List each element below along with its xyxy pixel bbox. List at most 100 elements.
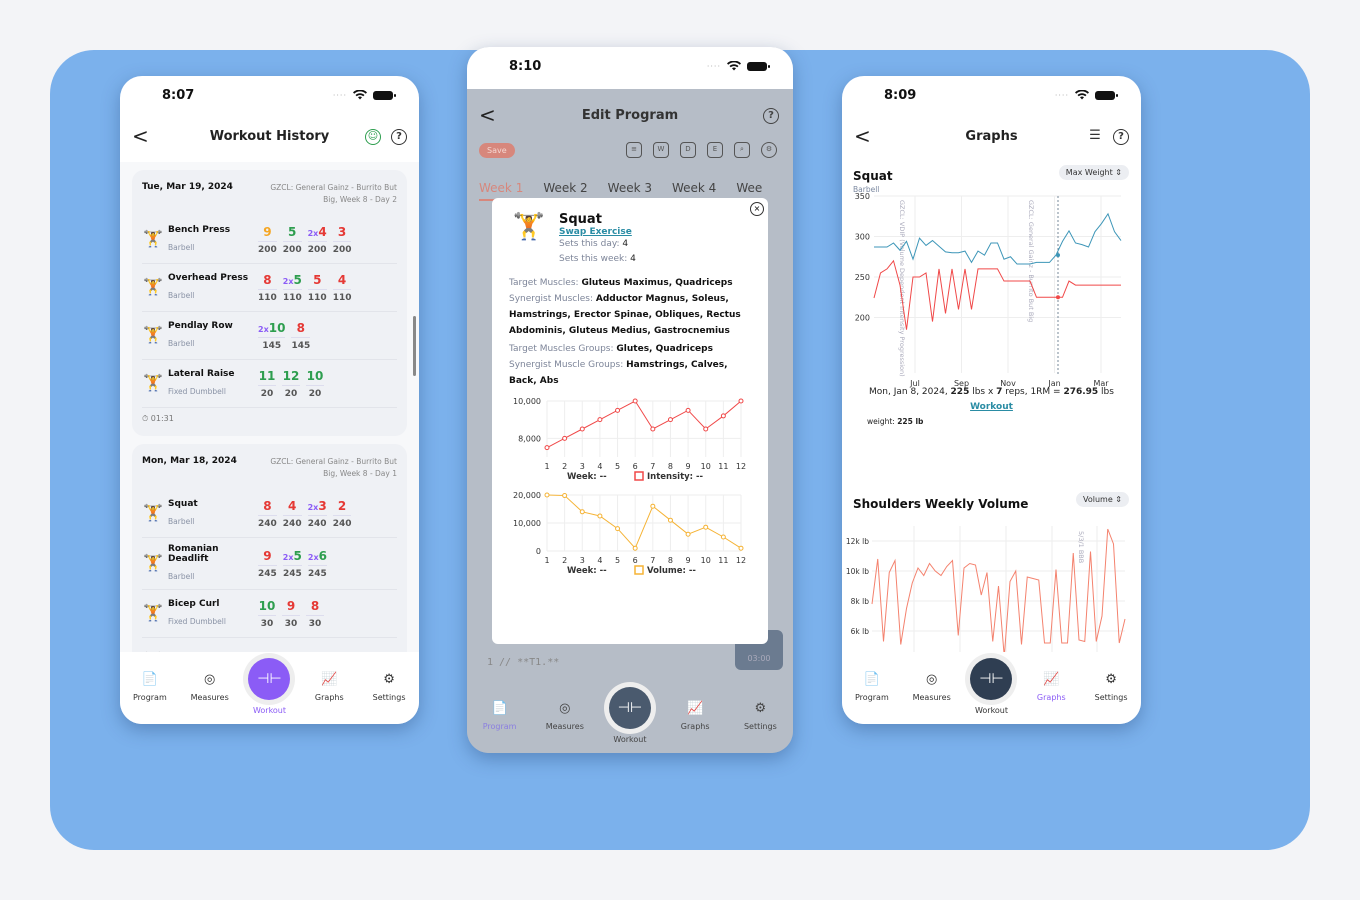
exercise-name: Overhead Press <box>168 273 249 283</box>
equipment: Barbell <box>168 339 195 348</box>
volume-select[interactable]: Volume ⇕ <box>1076 492 1129 507</box>
x-tick-label: 10 <box>701 462 711 471</box>
exercise-row[interactable]: 🏋Reverse Fly <box>142 638 397 652</box>
x-label: Week: -- <box>567 566 607 576</box>
data-point <box>562 435 568 441</box>
day-icon[interactable]: D <box>680 142 696 158</box>
workout-link[interactable]: Workout <box>842 402 1141 412</box>
y-tick-label: 8k lb <box>851 597 870 606</box>
data-point <box>667 517 673 523</box>
exercise-row[interactable]: 🏋 Lateral Raise Fixed Dumbbell 11 20 12 20 10 20 <box>142 360 397 408</box>
workout-duration: ⏱ 01:31 <box>142 414 174 423</box>
x-tick-label: 5 <box>615 556 620 565</box>
data-point <box>703 524 709 530</box>
exercise-name: Bench Press <box>168 225 231 235</box>
help-icon[interactable]: ? <box>1113 129 1129 145</box>
data-point <box>615 407 621 413</box>
set-cell: 8 145 <box>291 320 311 351</box>
squat-chart[interactable]: 200250300350Jul2023SepNovJan2024MarGZCL:… <box>842 188 1141 388</box>
synergist-label: Synergist Muscles: <box>509 294 593 304</box>
data-point <box>615 526 621 532</box>
tab-measures[interactable]: ◎ Measures <box>537 701 593 731</box>
exercise-row[interactable]: 🏋 Overhead Press Barbell 8 110 2x5 110 5 110 4 110 <box>142 264 397 312</box>
tab-settings[interactable]: ⚙ Settings <box>361 672 417 702</box>
legend-swatch <box>634 565 644 575</box>
tab-program[interactable]: 📄 Program <box>122 672 178 702</box>
annotation-label: 5/3/1 BBB <box>1077 531 1085 563</box>
exercise-row[interactable]: 🏋 Bicep Curl Fixed Dumbbell 10 30 9 30 8 30 <box>142 590 397 638</box>
help-icon[interactable]: ? <box>391 129 407 145</box>
x-tick-label: 12 <box>736 556 746 565</box>
data-point <box>562 493 568 499</box>
tab-bar: 📄 Program ◎ Measures ⊣⊢ Workout 📈 Graphs ⚙ Settin… <box>120 652 419 724</box>
code-editor[interactable]: 1 // **T1.** <box>487 657 559 668</box>
tab-graphs[interactable]: 📈 Graphs <box>1023 672 1079 702</box>
series-line <box>546 400 742 449</box>
tab-graphs[interactable]: 📈 Graphs <box>301 672 357 702</box>
series-line <box>871 528 1126 657</box>
tab-measures[interactable]: ◎ Measures <box>904 672 960 702</box>
x-tick-label: 7 <box>650 462 655 471</box>
exercise-row[interactable]: 🏋 Squat Barbell 8 240 4 240 2x3 240 2 240 <box>142 490 397 538</box>
data-point <box>544 492 550 498</box>
point-caption: Mon, Jan 8, 2024, 225 lbs x 7 reps, 1RM … <box>869 387 1114 397</box>
swap-exercise-link[interactable]: Swap Exercise <box>559 227 636 237</box>
dumbbell-icon[interactable]: ⊣⊢ <box>608 687 651 729</box>
data-point <box>738 545 744 551</box>
set-cell: 2x10 145 <box>258 320 286 351</box>
weight-label: weight: 225 lb <box>867 417 924 426</box>
exercise-figure-icon: 🏋 <box>143 276 163 296</box>
tab-settings[interactable]: ⚙ Settings <box>1083 672 1139 702</box>
filter-sliders-icon[interactable]: ☰ <box>1087 129 1103 145</box>
tab-measures[interactable]: ◎ Measures <box>182 672 238 702</box>
document-icon[interactable]: ≡ <box>626 142 642 158</box>
tab-program[interactable]: 📄 Program <box>844 672 900 702</box>
data-point <box>579 426 585 432</box>
equipment: Barbell <box>168 243 195 252</box>
exercise-name: Lateral Raise <box>168 369 235 379</box>
set-cell: 2x5 245 <box>282 548 302 579</box>
x-label: Week: -- <box>567 472 607 482</box>
x-tick-label: 8 <box>668 556 673 565</box>
exercise-row[interactable]: 🏋 Bench Press Barbell 9 200 5 200 2x4 200 3 200 <box>142 216 397 264</box>
metric-select[interactable]: Max Weight ⇕ <box>1058 165 1129 180</box>
scrollbar[interactable] <box>413 316 416 376</box>
series-line <box>546 494 742 550</box>
clock: 8:07 <box>162 88 195 103</box>
save-button[interactable]: Save <box>479 143 515 158</box>
signal-icon: ···· <box>706 61 721 71</box>
stats-icon[interactable]: E <box>707 142 723 158</box>
series-line-weight <box>873 259 1121 330</box>
profile-icon[interactable]: ☺ <box>365 129 381 145</box>
week-icon[interactable]: W <box>653 142 669 158</box>
data-point <box>667 417 673 423</box>
set-cell: 4 240 <box>282 498 302 529</box>
workout-card[interactable]: Mon, Mar 18, 2024 GZCL: General Gainz - B… <box>132 444 407 652</box>
exercise-title: Squat <box>559 212 602 227</box>
workout-card[interactable]: Tue, Mar 19, 2024 GZCL: General Gainz - B… <box>132 170 407 436</box>
help-icon[interactable]: ? <box>763 108 779 124</box>
tab-program[interactable]: 📄 Program <box>472 701 528 731</box>
exercise-row[interactable]: 🏋 Romanian Deadlift Barbell 9 245 2x5 245 2x6 24… <box>142 538 397 590</box>
exercise-row[interactable]: 🏋 Pendlay Row Barbell 2x10 145 8 145 <box>142 312 397 360</box>
tab-graphs[interactable]: 📈 Graphs <box>667 701 723 731</box>
exercise-figure-icon: 🏋 <box>143 372 163 392</box>
exercise-figure-icon: 🏋 <box>143 502 163 522</box>
close-icon[interactable]: × <box>750 202 764 216</box>
y-tick-label: 10,000 <box>513 519 541 528</box>
y-tick-label: 300 <box>855 233 870 242</box>
gear-icon[interactable]: ⚙ <box>761 142 777 158</box>
history-list[interactable]: Tue, Mar 19, 2024 GZCL: General Gainz - B… <box>120 162 419 652</box>
x-tick-label: 6 <box>633 462 638 471</box>
x-tick-label: 4 <box>597 462 602 471</box>
dumbbell-icon[interactable]: ⊣⊢ <box>970 658 1013 700</box>
dumbbell-icon[interactable]: ⊣⊢ <box>248 658 291 700</box>
annotation-label: GZCL: General Gainz - Burrito But Big <box>1027 200 1035 322</box>
tab-settings[interactable]: ⚙ Settings <box>732 701 788 731</box>
data-point <box>579 509 585 515</box>
x-tick-label: 10 <box>701 556 711 565</box>
x-tick-label: 9 <box>686 462 691 471</box>
y-tick-label: 350 <box>855 192 870 201</box>
battery-icon <box>1095 90 1118 100</box>
preview-icon[interactable]: ⌕ <box>734 142 750 158</box>
